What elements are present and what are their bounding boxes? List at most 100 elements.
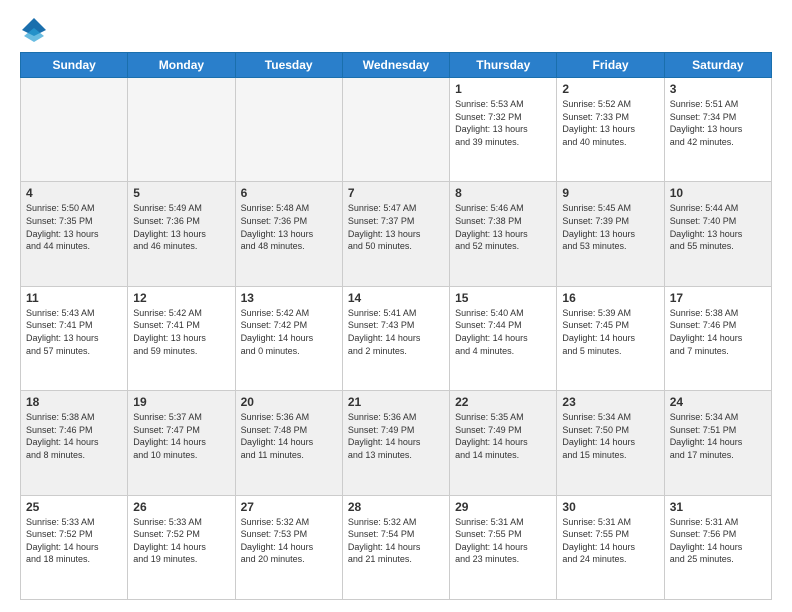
calendar-cell [21, 78, 128, 182]
calendar-cell: 11 Sunrise: 5:43 AM Sunset: 7:41 PM Dayli… [21, 286, 128, 390]
day-number: 11 [26, 291, 122, 305]
day-info: Sunrise: 5:33 AM Sunset: 7:52 PM Dayligh… [26, 516, 122, 566]
weekday-header-wednesday: Wednesday [342, 53, 449, 78]
calendar-cell: 5Sunrise: 5:49 AM Sunset: 7:36 PM Daylig… [128, 182, 235, 286]
calendar-cell: 20 Sunrise: 5:36 AM Sunset: 7:48 PM Dayli… [235, 391, 342, 495]
day-info: Sunrise: 5:43 AM Sunset: 7:41 PM Dayligh… [26, 307, 122, 357]
calendar-cell: 23Sunrise: 5:34 AM Sunset: 7:50 PM Dayli… [557, 391, 664, 495]
day-info: Sunrise: 5:39 AM Sunset: 7:45 PM Dayligh… [562, 307, 658, 357]
weekday-header-row: SundayMondayTuesdayWednesdayThursdayFrid… [21, 53, 772, 78]
calendar-cell: 29 Sunrise: 5:31 AM Sunset: 7:55 PM Dayli… [450, 495, 557, 599]
calendar-week-4: 18 Sunrise: 5:38 AM Sunset: 7:46 PM Dayli… [21, 391, 772, 495]
calendar-cell: 16 Sunrise: 5:39 AM Sunset: 7:45 PM Dayli… [557, 286, 664, 390]
day-number: 25 [26, 500, 122, 514]
calendar-cell: 22 Sunrise: 5:35 AM Sunset: 7:49 PM Dayli… [450, 391, 557, 495]
weekday-header-monday: Monday [128, 53, 235, 78]
day-info: Sunrise: 5:48 AM Sunset: 7:36 PM Dayligh… [241, 202, 337, 252]
day-number: 28 [348, 500, 444, 514]
calendar-week-5: 25 Sunrise: 5:33 AM Sunset: 7:52 PM Dayli… [21, 495, 772, 599]
calendar-cell: 27 Sunrise: 5:32 AM Sunset: 7:53 PM Dayli… [235, 495, 342, 599]
logo-icon [20, 16, 48, 44]
day-number: 29 [455, 500, 551, 514]
day-info: Sunrise: 5:35 AM Sunset: 7:49 PM Dayligh… [455, 411, 551, 461]
day-number: 13 [241, 291, 337, 305]
calendar-cell: 18 Sunrise: 5:38 AM Sunset: 7:46 PM Dayli… [21, 391, 128, 495]
day-number: 23 [562, 395, 658, 409]
day-number: 31 [670, 500, 766, 514]
calendar-cell: 2Sunrise: 5:52 AM Sunset: 7:33 PM Daylig… [557, 78, 664, 182]
day-number: 16 [562, 291, 658, 305]
day-info: Sunrise: 5:36 AM Sunset: 7:49 PM Dayligh… [348, 411, 444, 461]
calendar-cell: 26Sunrise: 5:33 AM Sunset: 7:52 PM Dayli… [128, 495, 235, 599]
day-number: 6 [241, 186, 337, 200]
day-info: Sunrise: 5:40 AM Sunset: 7:44 PM Dayligh… [455, 307, 551, 357]
calendar-cell: 12 Sunrise: 5:42 AM Sunset: 7:41 PM Dayli… [128, 286, 235, 390]
calendar-cell: 9 Sunrise: 5:45 AM Sunset: 7:39 PM Daylig… [557, 182, 664, 286]
day-info: Sunrise: 5:36 AM Sunset: 7:48 PM Dayligh… [241, 411, 337, 461]
day-info: Sunrise: 5:31 AM Sunset: 7:55 PM Dayligh… [455, 516, 551, 566]
calendar-week-3: 11 Sunrise: 5:43 AM Sunset: 7:41 PM Dayli… [21, 286, 772, 390]
day-info: Sunrise: 5:31 AM Sunset: 7:55 PM Dayligh… [562, 516, 658, 566]
day-info: Sunrise: 5:53 AM Sunset: 7:32 PM Dayligh… [455, 98, 551, 148]
page: SundayMondayTuesdayWednesdayThursdayFrid… [0, 0, 792, 612]
calendar-cell: 21 Sunrise: 5:36 AM Sunset: 7:49 PM Dayli… [342, 391, 449, 495]
calendar-cell: 8Sunrise: 5:46 AM Sunset: 7:38 PM Daylig… [450, 182, 557, 286]
weekday-header-thursday: Thursday [450, 53, 557, 78]
calendar-cell [128, 78, 235, 182]
calendar-cell: 24 Sunrise: 5:34 AM Sunset: 7:51 PM Dayli… [664, 391, 771, 495]
day-info: Sunrise: 5:32 AM Sunset: 7:53 PM Dayligh… [241, 516, 337, 566]
day-info: Sunrise: 5:51 AM Sunset: 7:34 PM Dayligh… [670, 98, 766, 148]
day-info: Sunrise: 5:41 AM Sunset: 7:43 PM Dayligh… [348, 307, 444, 357]
day-info: Sunrise: 5:38 AM Sunset: 7:46 PM Dayligh… [670, 307, 766, 357]
day-number: 9 [562, 186, 658, 200]
weekday-header-sunday: Sunday [21, 53, 128, 78]
calendar-cell: 15 Sunrise: 5:40 AM Sunset: 7:44 PM Dayli… [450, 286, 557, 390]
day-number: 27 [241, 500, 337, 514]
day-info: Sunrise: 5:42 AM Sunset: 7:41 PM Dayligh… [133, 307, 229, 357]
day-info: Sunrise: 5:32 AM Sunset: 7:54 PM Dayligh… [348, 516, 444, 566]
day-info: Sunrise: 5:38 AM Sunset: 7:46 PM Dayligh… [26, 411, 122, 461]
calendar-cell: 31 Sunrise: 5:31 AM Sunset: 7:56 PM Dayli… [664, 495, 771, 599]
day-number: 14 [348, 291, 444, 305]
calendar-cell: 6 Sunrise: 5:48 AM Sunset: 7:36 PM Daylig… [235, 182, 342, 286]
day-number: 15 [455, 291, 551, 305]
calendar-week-2: 4 Sunrise: 5:50 AM Sunset: 7:35 PM Daylig… [21, 182, 772, 286]
day-number: 24 [670, 395, 766, 409]
day-number: 19 [133, 395, 229, 409]
day-info: Sunrise: 5:37 AM Sunset: 7:47 PM Dayligh… [133, 411, 229, 461]
calendar-cell: 19 Sunrise: 5:37 AM Sunset: 7:47 PM Dayli… [128, 391, 235, 495]
calendar-cell: 10 Sunrise: 5:44 AM Sunset: 7:40 PM Dayli… [664, 182, 771, 286]
calendar-cell [342, 78, 449, 182]
calendar-cell: 1 Sunrise: 5:53 AM Sunset: 7:32 PM Daylig… [450, 78, 557, 182]
day-info: Sunrise: 5:45 AM Sunset: 7:39 PM Dayligh… [562, 202, 658, 252]
day-number: 12 [133, 291, 229, 305]
day-number: 22 [455, 395, 551, 409]
day-number: 10 [670, 186, 766, 200]
day-number: 26 [133, 500, 229, 514]
day-number: 17 [670, 291, 766, 305]
day-number: 1 [455, 82, 551, 96]
calendar-cell: 17 Sunrise: 5:38 AM Sunset: 7:46 PM Dayli… [664, 286, 771, 390]
day-number: 20 [241, 395, 337, 409]
day-number: 30 [562, 500, 658, 514]
day-number: 7 [348, 186, 444, 200]
day-number: 8 [455, 186, 551, 200]
calendar-cell: 25 Sunrise: 5:33 AM Sunset: 7:52 PM Dayli… [21, 495, 128, 599]
calendar-cell: 7 Sunrise: 5:47 AM Sunset: 7:37 PM Daylig… [342, 182, 449, 286]
header [20, 16, 772, 44]
day-number: 21 [348, 395, 444, 409]
day-number: 4 [26, 186, 122, 200]
day-number: 3 [670, 82, 766, 96]
day-info: Sunrise: 5:44 AM Sunset: 7:40 PM Dayligh… [670, 202, 766, 252]
day-info: Sunrise: 5:50 AM Sunset: 7:35 PM Dayligh… [26, 202, 122, 252]
calendar-cell: 14 Sunrise: 5:41 AM Sunset: 7:43 PM Dayli… [342, 286, 449, 390]
calendar-cell: 4 Sunrise: 5:50 AM Sunset: 7:35 PM Daylig… [21, 182, 128, 286]
day-info: Sunrise: 5:47 AM Sunset: 7:37 PM Dayligh… [348, 202, 444, 252]
day-info: Sunrise: 5:31 AM Sunset: 7:56 PM Dayligh… [670, 516, 766, 566]
calendar-table: SundayMondayTuesdayWednesdayThursdayFrid… [20, 52, 772, 600]
logo [20, 16, 52, 44]
day-info: Sunrise: 5:52 AM Sunset: 7:33 PM Dayligh… [562, 98, 658, 148]
day-number: 18 [26, 395, 122, 409]
day-info: Sunrise: 5:34 AM Sunset: 7:51 PM Dayligh… [670, 411, 766, 461]
day-info: Sunrise: 5:42 AM Sunset: 7:42 PM Dayligh… [241, 307, 337, 357]
